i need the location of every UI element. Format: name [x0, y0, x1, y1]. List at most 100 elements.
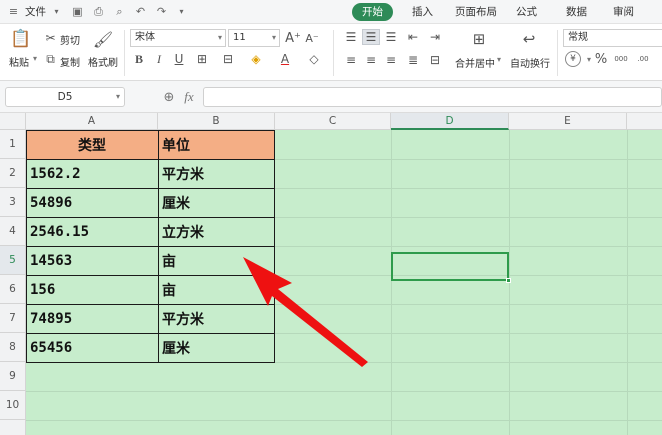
- italic-icon[interactable]: I: [152, 52, 166, 66]
- column-header-b[interactable]: B: [158, 113, 275, 130]
- chevron-down-icon[interactable]: ▾: [49, 4, 64, 19]
- column-header-f[interactable]: [627, 113, 662, 130]
- row-header-2[interactable]: 2: [0, 159, 26, 188]
- cell-b7[interactable]: 平方米: [158, 304, 275, 333]
- save-icon[interactable]: ▣: [70, 4, 85, 19]
- spreadsheet-grid: A B C D E 1 2 3 4 5 6 7 8 9 10 类型 单位 156…: [0, 113, 662, 435]
- row-header-8[interactable]: 8: [0, 333, 26, 362]
- increase-decimal-icon[interactable]: .00: [634, 51, 652, 67]
- cell-b1[interactable]: 单位: [158, 130, 275, 159]
- number-format-select[interactable]: 常规: [563, 29, 662, 47]
- decrease-indent-icon[interactable]: ⇤: [404, 29, 422, 45]
- paste-dropdown-icon[interactable]: ▾: [33, 54, 37, 63]
- chevron-down-icon[interactable]: ▾: [497, 55, 501, 64]
- tab-page-layout[interactable]: 页面布局: [455, 4, 497, 20]
- selected-cell-d5[interactable]: [391, 252, 511, 283]
- chevron-down-icon[interactable]: ▾: [585, 52, 593, 66]
- increase-indent-icon[interactable]: ⇥: [426, 29, 444, 45]
- menu-file[interactable]: 文件: [25, 4, 46, 20]
- row-header-10[interactable]: 10: [0, 391, 26, 420]
- cell-a8[interactable]: 65456: [26, 333, 158, 362]
- merge-center-icon[interactable]: ⊞: [468, 29, 490, 49]
- align-right-icon[interactable]: ≡: [382, 52, 400, 68]
- percent-icon[interactable]: %: [594, 51, 608, 67]
- print-preview-icon[interactable]: ⌕: [112, 4, 127, 19]
- cell-a2[interactable]: 1562.2: [26, 159, 158, 188]
- cell-a4[interactable]: 2546.15: [26, 217, 158, 246]
- row-header-3[interactable]: 3: [0, 188, 26, 217]
- align-bottom-icon[interactable]: ☰: [382, 29, 400, 45]
- thousands-separator-icon[interactable]: 000: [612, 51, 630, 67]
- function-icon[interactable]: fx: [181, 89, 197, 105]
- paste-button[interactable]: 粘贴: [9, 54, 29, 69]
- column-header-e[interactable]: E: [509, 113, 627, 130]
- cell-a7[interactable]: 74895: [26, 304, 158, 333]
- font-color-icon[interactable]: A: [278, 51, 292, 67]
- justify-icon[interactable]: ≣: [404, 52, 422, 68]
- gridline: [26, 391, 662, 392]
- format-painter-button[interactable]: 格式刷: [88, 54, 118, 69]
- column-header-a[interactable]: A: [26, 113, 158, 130]
- undo-icon[interactable]: ↶: [133, 4, 148, 19]
- font-family-select[interactable]: 宋体 ▾: [130, 29, 226, 47]
- cell-b5[interactable]: 亩: [158, 246, 275, 275]
- wrap-text-button[interactable]: 自动换行: [510, 55, 550, 70]
- column-header-c[interactable]: C: [275, 113, 391, 130]
- increase-font-icon[interactable]: A⁺: [285, 30, 301, 46]
- copy-icon[interactable]: ⧉: [44, 52, 57, 66]
- fill-handle[interactable]: [506, 278, 511, 283]
- row-header-6[interactable]: 6: [0, 275, 26, 304]
- row-header-1[interactable]: 1: [0, 130, 26, 159]
- cell-style-icon[interactable]: ⊟: [220, 52, 236, 66]
- cell-b2[interactable]: 平方米: [158, 159, 275, 188]
- hamburger-menu-icon[interactable]: ≡: [6, 4, 21, 19]
- tab-insert[interactable]: 插入: [412, 4, 433, 20]
- name-box[interactable]: D5 ▾: [5, 87, 125, 107]
- row-header-7[interactable]: 7: [0, 304, 26, 333]
- borders-icon[interactable]: ⊞: [194, 52, 210, 66]
- gridline: [275, 333, 662, 334]
- align-center-icon[interactable]: ≡: [362, 52, 380, 68]
- cell-a1[interactable]: 类型: [26, 130, 158, 159]
- currency-icon[interactable]: ¥: [565, 51, 581, 67]
- cell-a5[interactable]: 14563: [26, 246, 158, 275]
- tab-formulas[interactable]: 公式: [516, 4, 537, 20]
- cell-b4[interactable]: 立方米: [158, 217, 275, 246]
- align-left-icon[interactable]: ≡: [342, 52, 360, 68]
- distributed-align-icon[interactable]: ⊟: [426, 52, 444, 68]
- cell-b3[interactable]: 厘米: [158, 188, 275, 217]
- font-size-select[interactable]: 11 ▾: [228, 29, 280, 47]
- cell-b8[interactable]: 厘米: [158, 333, 275, 362]
- format-painter-icon[interactable]: 🖌: [92, 28, 114, 50]
- print-icon[interactable]: ⎙: [91, 4, 106, 19]
- select-all-corner[interactable]: [0, 113, 26, 130]
- copy-button[interactable]: 复制: [60, 54, 80, 69]
- zoom-icon[interactable]: ⊕: [161, 89, 177, 105]
- align-top-icon[interactable]: ☰: [342, 29, 360, 45]
- decrease-font-icon[interactable]: A⁻: [304, 30, 320, 46]
- wrap-text-icon[interactable]: ↩: [518, 29, 540, 49]
- formula-input[interactable]: [203, 87, 662, 107]
- paste-icon[interactable]: 📋: [10, 28, 32, 50]
- fill-color-icon[interactable]: ◈: [248, 52, 264, 66]
- cell-b6[interactable]: 亩: [158, 275, 275, 304]
- row-header-4[interactable]: 4: [0, 217, 26, 246]
- customize-toolbar-icon[interactable]: ▾: [174, 4, 189, 19]
- cell-a3[interactable]: 54896: [26, 188, 158, 217]
- row-header-11[interactable]: [0, 420, 26, 435]
- row-header-9[interactable]: 9: [0, 362, 26, 391]
- align-middle-icon[interactable]: ☰: [362, 29, 380, 45]
- underline-icon[interactable]: U: [172, 52, 186, 66]
- merge-center-button[interactable]: 合并居中: [455, 55, 495, 70]
- clear-format-icon[interactable]: ◇: [306, 52, 322, 66]
- bold-icon[interactable]: B: [132, 52, 146, 66]
- cell-a6[interactable]: 156: [26, 275, 158, 304]
- cut-button[interactable]: 剪切: [60, 32, 80, 47]
- row-header-5[interactable]: 5: [0, 246, 26, 275]
- scissors-icon[interactable]: ✂: [44, 31, 57, 45]
- redo-icon[interactable]: ↷: [154, 4, 169, 19]
- tab-review[interactable]: 审阅: [613, 4, 634, 20]
- tab-home[interactable]: 开始: [352, 3, 393, 21]
- tab-data[interactable]: 数据: [566, 4, 587, 20]
- column-header-d[interactable]: D: [391, 113, 509, 130]
